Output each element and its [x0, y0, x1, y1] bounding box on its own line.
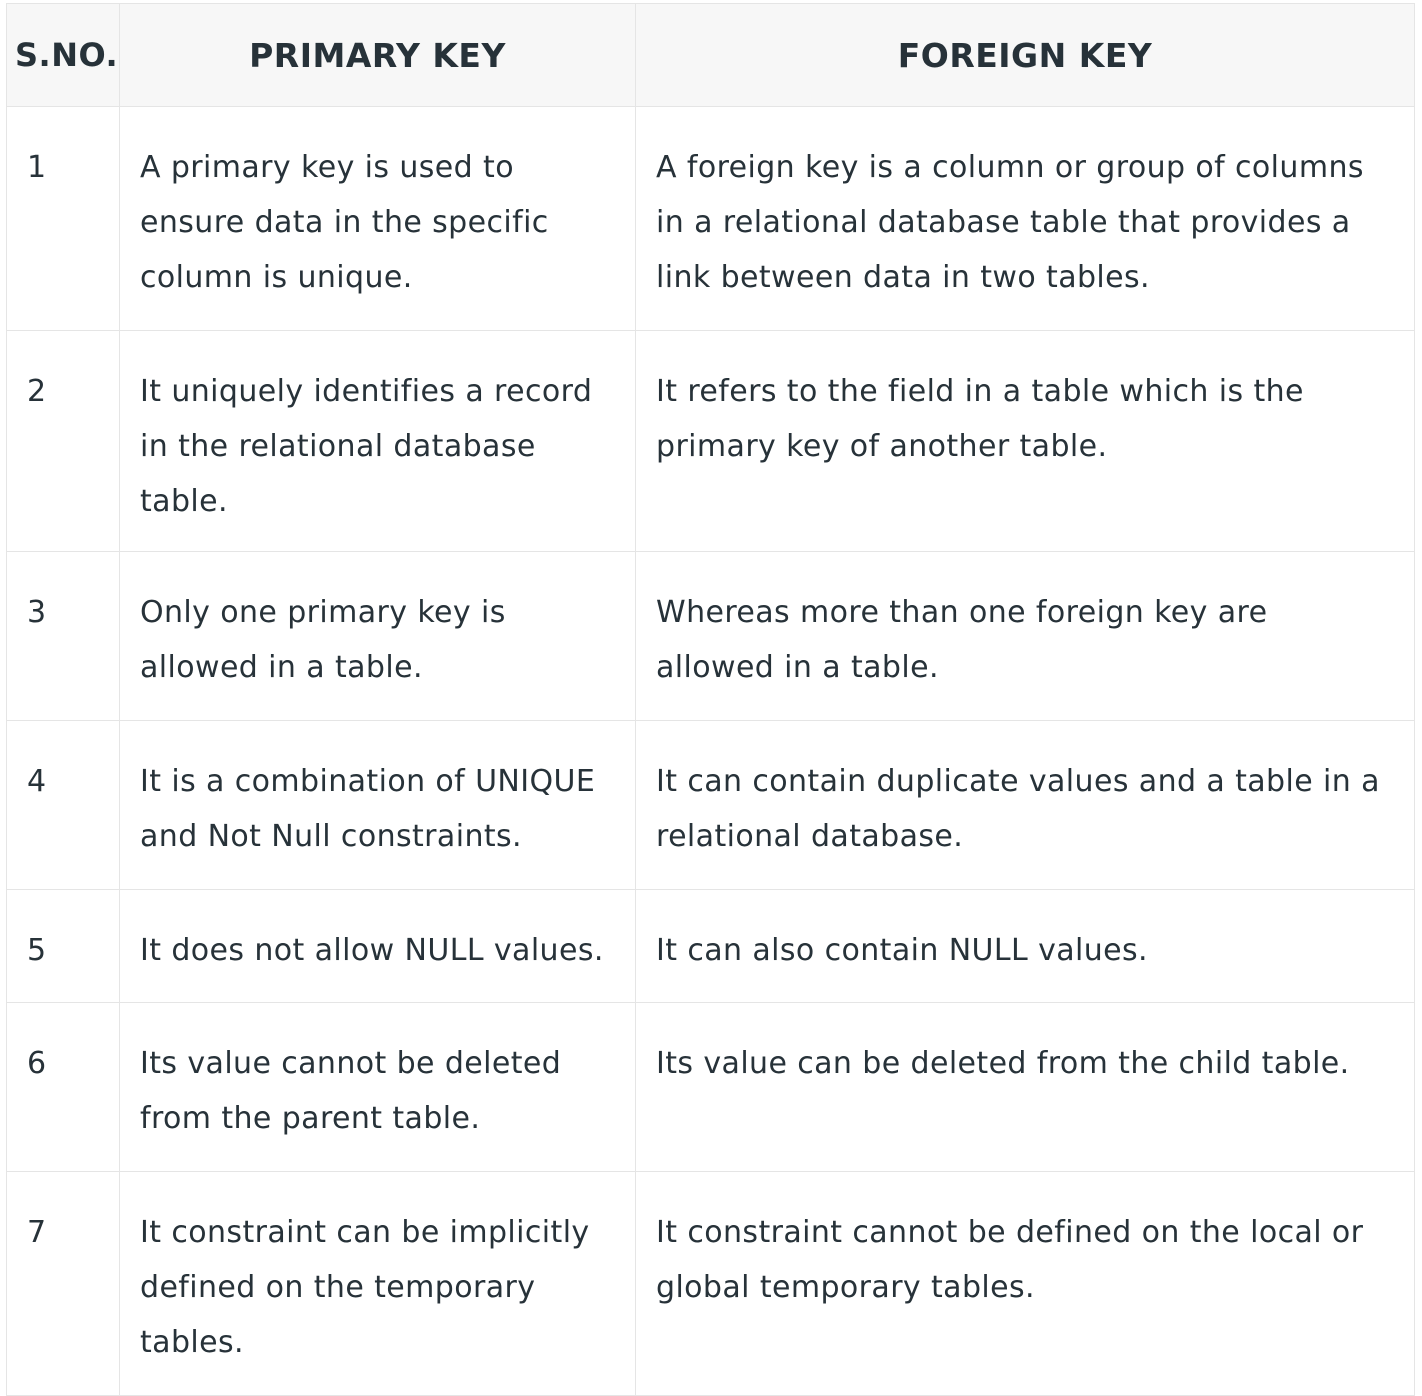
cell-foreign-key: A foreign key is a column or group of co… — [635, 106, 1415, 331]
cell-foreign-key: It refers to the field in a table which … — [635, 330, 1415, 552]
cell-foreign-key: Whereas more than one foreign key are al… — [635, 551, 1415, 721]
header-primary-key: PRIMARY KEY — [119, 3, 636, 107]
table-row: 2 It uniquely identifies a record in the… — [6, 330, 1415, 552]
cell-foreign-key: Its value can be deleted from the child … — [635, 1002, 1415, 1172]
cell-primary-key: It uniquely identifies a record in the r… — [119, 330, 636, 552]
cell-foreign-key: It constraint cannot be defined on the l… — [635, 1171, 1415, 1396]
cell-sno: 7 — [6, 1171, 120, 1396]
comparison-table: S.NO. PRIMARY KEY FOREIGN KEY 1 A primar… — [6, 3, 1415, 1396]
header-sno: S.NO. — [6, 3, 120, 107]
table-row: 4 It is a combination of UNIQUE and Not … — [6, 720, 1415, 890]
cell-primary-key: Its value cannot be deleted from the par… — [119, 1002, 636, 1172]
cell-primary-key: It is a combination of UNIQUE and Not Nu… — [119, 720, 636, 890]
table-header: S.NO. PRIMARY KEY FOREIGN KEY — [6, 3, 1415, 107]
cell-sno: 6 — [6, 1002, 120, 1172]
cell-sno: 5 — [6, 889, 120, 1003]
table-row: 3 Only one primary key is allowed in a t… — [6, 551, 1415, 721]
cell-primary-key: It constraint can be implicitly defined … — [119, 1171, 636, 1396]
table-body: 1 A primary key is used to ensure data i… — [6, 106, 1415, 1396]
cell-primary-key: It does not allow NULL values. — [119, 889, 636, 1003]
table-row: 5 It does not allow NULL values. It can … — [6, 889, 1415, 1003]
table-row: 7 It constraint can be implicitly define… — [6, 1171, 1415, 1396]
cell-sno: 1 — [6, 106, 120, 331]
header-foreign-key: FOREIGN KEY — [635, 3, 1415, 107]
cell-primary-key: A primary key is used to ensure data in … — [119, 106, 636, 331]
table-row: 6 Its value cannot be deleted from the p… — [6, 1002, 1415, 1172]
header-row: S.NO. PRIMARY KEY FOREIGN KEY — [6, 3, 1415, 107]
cell-sno: 4 — [6, 720, 120, 890]
table-row: 1 A primary key is used to ensure data i… — [6, 106, 1415, 331]
cell-foreign-key: It can contain duplicate values and a ta… — [635, 720, 1415, 890]
cell-primary-key: Only one primary key is allowed in a tab… — [119, 551, 636, 721]
cell-foreign-key: It can also contain NULL values. — [635, 889, 1415, 1003]
comparison-table-container: S.NO. PRIMARY KEY FOREIGN KEY 1 A primar… — [6, 3, 1415, 1396]
cell-sno: 2 — [6, 330, 120, 552]
cell-sno: 3 — [6, 551, 120, 721]
